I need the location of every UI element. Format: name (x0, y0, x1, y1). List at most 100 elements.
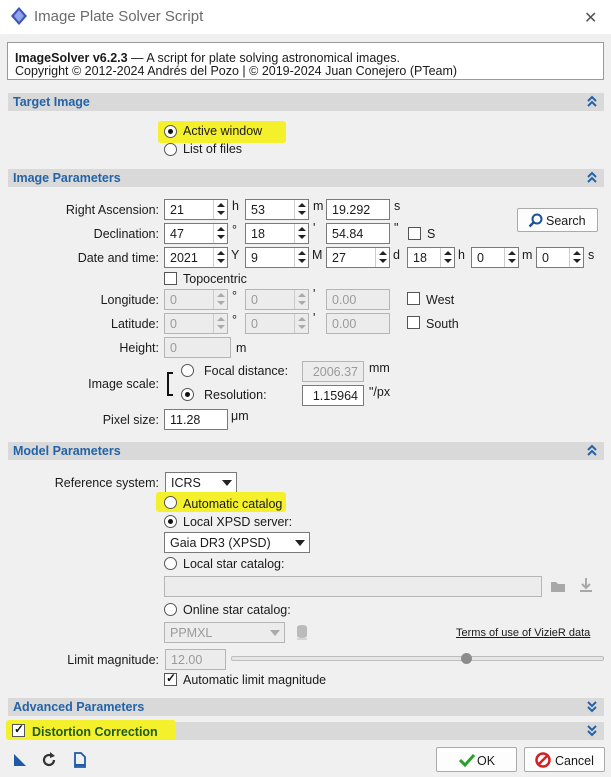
section-image-parameters[interactable]: Image Parameters (8, 169, 604, 187)
year-spinner[interactable]: 2021 (164, 247, 228, 268)
app-logo-icon (11, 7, 27, 25)
ra-minutes-spinner[interactable]: 53 (245, 199, 309, 220)
section-title: Model Parameters (13, 444, 121, 458)
spinner-arrows-icon[interactable] (294, 290, 308, 309)
vizier-terms-link[interactable]: Terms of use of VizieR data (456, 627, 590, 639)
spinner-arrows-icon[interactable] (213, 224, 227, 243)
document-icon[interactable] (73, 752, 87, 768)
local-star-catalog-label: Local star catalog: (183, 557, 285, 571)
automatic-limit-magnitude-checkbox[interactable] (164, 671, 177, 686)
expand-icon[interactable] (587, 700, 597, 713)
cancel-button[interactable]: Cancel (524, 747, 605, 772)
ok-button[interactable]: OK (436, 747, 517, 772)
automatic-catalog-radio[interactable] (164, 496, 177, 509)
south-checkbox[interactable] (408, 227, 421, 240)
spinner-arrows-icon[interactable] (504, 248, 518, 267)
close-icon[interactable]: ✕ (584, 8, 598, 27)
west-checkbox[interactable] (407, 292, 420, 305)
resolution-field[interactable]: 1.15964 (302, 385, 364, 406)
ra-hours-value: 21 (170, 203, 184, 217)
download-icon[interactable] (578, 577, 594, 593)
ra-seconds-value: 19.292 (332, 203, 371, 217)
section-target-image[interactable]: Target Image (8, 93, 604, 111)
topocentric-checkbox[interactable] (164, 272, 177, 285)
dec-minutes-spinner[interactable]: 18 (245, 223, 309, 244)
local-star-catalog-radio[interactable] (164, 557, 177, 570)
ok-label: OK (477, 754, 496, 768)
resolution-radio[interactable] (181, 388, 194, 401)
spinner-arrows-icon[interactable] (569, 248, 583, 267)
limit-magnitude-field[interactable]: 12.00 (165, 649, 226, 670)
focal-distance-radio[interactable] (181, 364, 194, 377)
dec-degrees-value: 47 (170, 227, 184, 241)
limit-magnitude-slider-handle[interactable] (460, 653, 472, 664)
latitude-minutes-spinner[interactable]: 0 (245, 313, 309, 334)
hour-spinner[interactable]: 18 (407, 247, 455, 268)
online-star-catalog-label: Online star catalog: (183, 603, 291, 617)
pixel-size-field[interactable]: 11.28 (164, 409, 228, 430)
spinner-arrows-icon[interactable] (213, 200, 227, 219)
longitude-minutes-spinner[interactable]: 0 (245, 289, 309, 310)
day-spinner[interactable]: 27 (326, 247, 390, 268)
day-value: 27 (332, 251, 346, 265)
online-catalog-combo[interactable]: PPMXL (164, 622, 285, 643)
list-of-files-radio[interactable] (164, 143, 177, 156)
south-label: S (427, 227, 436, 241)
new-instance-icon[interactable] (13, 753, 27, 767)
dec-minutes-unit: ' (313, 221, 316, 235)
spinner-arrows-icon[interactable] (440, 248, 454, 267)
dec-degrees-spinner[interactable]: 47 (164, 223, 228, 244)
south-latitude-checkbox[interactable] (407, 316, 420, 329)
dropdown-arrow-icon (222, 480, 232, 486)
limit-magnitude-slider-track[interactable] (231, 656, 604, 661)
spinner-arrows-icon[interactable] (213, 290, 227, 309)
spinner-arrows-icon[interactable] (294, 248, 308, 267)
search-button[interactable]: Search (517, 208, 598, 232)
ra-seconds-unit: s (394, 199, 401, 213)
focal-distance-field[interactable]: 2006.37 (302, 361, 364, 382)
ra-seconds-field[interactable]: 19.292 (326, 199, 390, 220)
online-star-catalog-radio[interactable] (164, 603, 177, 616)
spinner-arrows-icon[interactable] (294, 200, 308, 219)
dec-seconds-unit: " (394, 221, 399, 235)
latitude-degrees-value: 0 (170, 317, 177, 331)
reference-system-combo[interactable]: ICRS (165, 472, 237, 493)
longitude-minutes-value: 0 (251, 293, 258, 307)
latitude-seconds-field[interactable]: 0.00 (326, 313, 390, 334)
local-star-catalog-path[interactable] (164, 576, 542, 597)
section-advanced-parameters[interactable]: Advanced Parameters (8, 698, 604, 716)
database-icon[interactable] (295, 624, 309, 640)
spinner-arrows-icon[interactable] (213, 248, 227, 267)
latitude-degrees-spinner[interactable]: 0 (164, 313, 228, 334)
reset-icon[interactable] (40, 751, 58, 769)
topocentric-label: Topocentric (183, 272, 247, 286)
minute-spinner[interactable]: 0 (471, 247, 519, 268)
folder-icon[interactable] (550, 578, 566, 594)
spinner-arrows-icon[interactable] (375, 248, 389, 267)
local-xpsd-radio[interactable] (164, 515, 177, 528)
cancel-label: Cancel (555, 754, 594, 768)
spinner-arrows-icon[interactable] (294, 314, 308, 333)
xpsd-server-combo[interactable]: Gaia DR3 (XPSD) (164, 532, 310, 553)
collapse-icon[interactable] (587, 95, 597, 108)
spinner-arrows-icon[interactable] (294, 224, 308, 243)
resolution-value: 1.15964 (312, 389, 358, 403)
info-line-2: Copyright © 2012-2024 Andrés del Pozo | … (15, 64, 458, 78)
script-version: ImageSolver v6.2.3 (15, 51, 128, 65)
distortion-correction-checkbox[interactable] (12, 722, 25, 737)
collapse-icon[interactable] (587, 444, 597, 457)
month-spinner[interactable]: 9 (245, 247, 309, 268)
focal-distance-label: Focal distance: (204, 364, 289, 378)
section-model-parameters[interactable]: Model Parameters (8, 442, 604, 460)
section-title: Image Parameters (13, 171, 121, 185)
longitude-seconds-field[interactable]: 0.00 (326, 289, 390, 310)
second-spinner[interactable]: 0 (536, 247, 584, 268)
expand-icon[interactable] (587, 724, 597, 737)
dec-seconds-field[interactable]: 54.84 (326, 223, 390, 244)
ra-hours-spinner[interactable]: 21 (164, 199, 228, 220)
height-field[interactable]: 0 (164, 337, 231, 358)
collapse-icon[interactable] (587, 171, 597, 184)
active-window-radio[interactable] (164, 125, 177, 138)
spinner-arrows-icon[interactable] (213, 314, 227, 333)
longitude-degrees-spinner[interactable]: 0 (164, 289, 228, 310)
